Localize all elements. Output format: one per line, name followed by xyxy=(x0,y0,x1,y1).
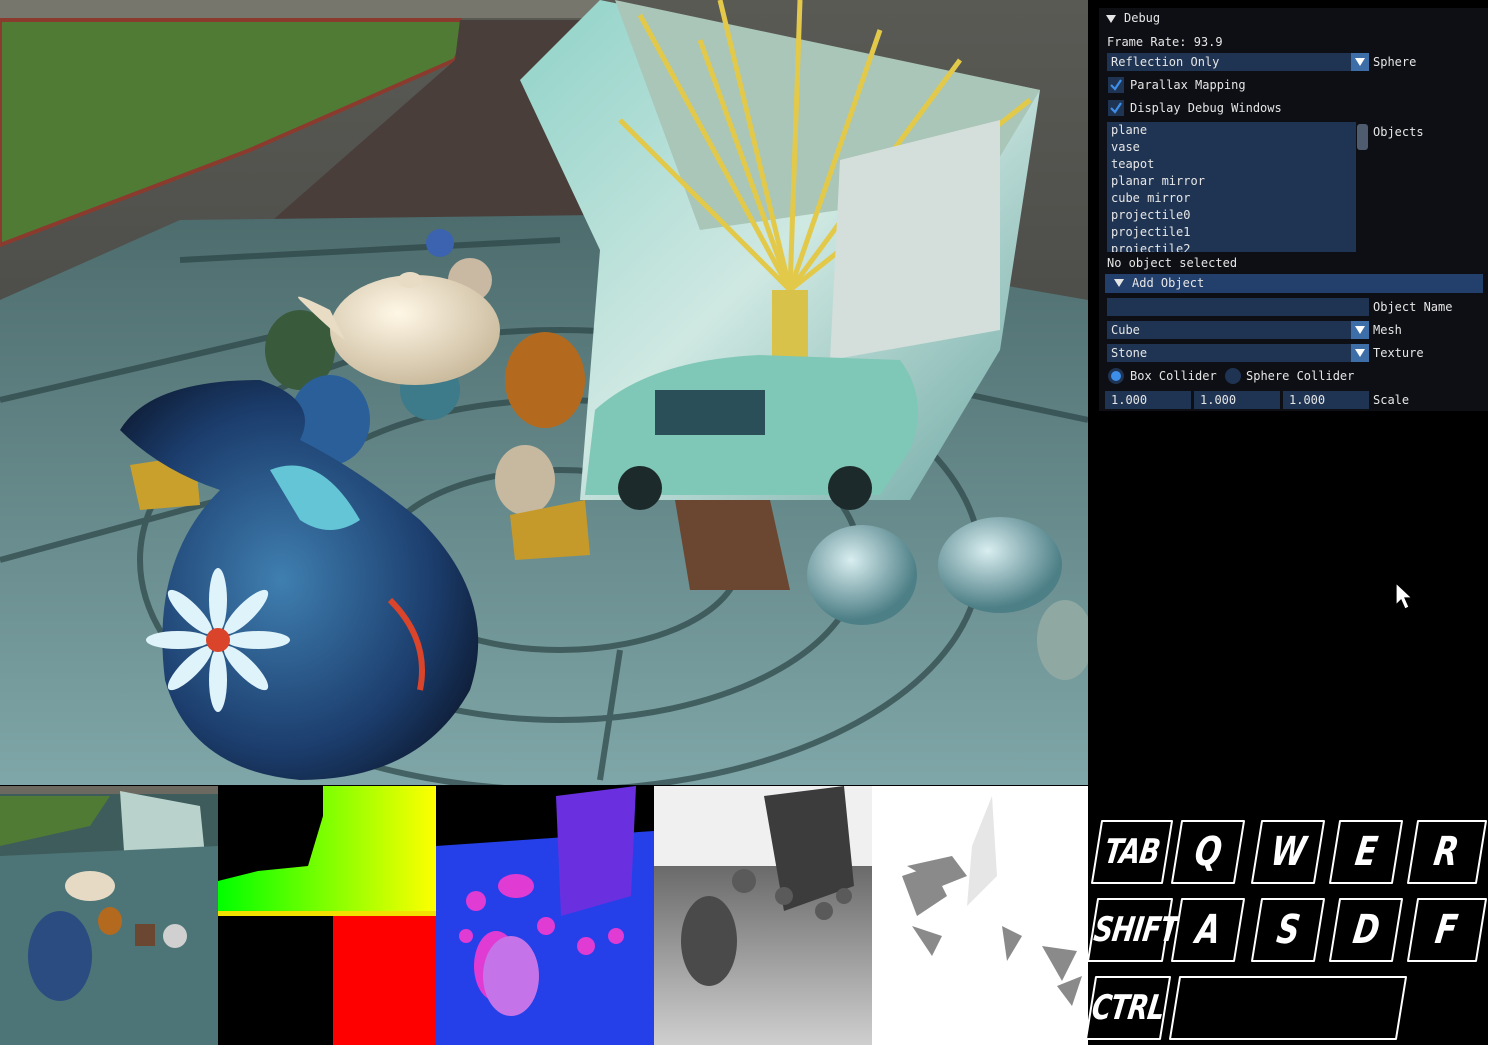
key-e: E xyxy=(1326,818,1406,886)
display-debug-windows-checkbox[interactable] xyxy=(1108,100,1124,116)
parallax-mapping-checkbox[interactable] xyxy=(1108,77,1124,93)
list-item[interactable]: projectile1 xyxy=(1107,224,1369,241)
depth-buffer xyxy=(654,786,872,1045)
scale-z-input[interactable]: 1.000 xyxy=(1283,391,1369,409)
add-object-header[interactable]: Add Object xyxy=(1105,274,1483,293)
render-mode-combo[interactable]: Reflection Only xyxy=(1107,53,1369,71)
parallax-mapping-label: Parallax Mapping xyxy=(1130,78,1246,92)
frame-rate-label: Frame Rate: 93.9 xyxy=(1107,35,1223,49)
list-item[interactable]: teapot xyxy=(1107,156,1369,173)
chevron-down-icon[interactable] xyxy=(1351,344,1369,362)
box-collider-radio[interactable] xyxy=(1108,368,1124,384)
chevron-down-icon[interactable] xyxy=(1351,321,1369,339)
key-shift: SHIFT xyxy=(1084,896,1180,964)
shadow-buffer xyxy=(872,786,1088,1045)
list-item[interactable]: vase xyxy=(1107,139,1369,156)
debug-window[interactable]: Debug Frame Rate: 93.9 Reflection Only S… xyxy=(1099,8,1488,411)
scene-viewport[interactable] xyxy=(0,0,1088,785)
list-item[interactable]: projectile0 xyxy=(1107,207,1369,224)
objects-label: Objects xyxy=(1373,125,1424,139)
list-item[interactable]: plane xyxy=(1107,122,1369,139)
scale-x-value: 1.000 xyxy=(1111,393,1148,407)
scale-y-value: 1.000 xyxy=(1200,393,1237,407)
key-tab: TAB xyxy=(1088,818,1176,886)
render-mode-label: Sphere xyxy=(1373,55,1417,69)
objects-scrollbar[interactable] xyxy=(1356,122,1369,252)
key-a: A xyxy=(1168,896,1248,964)
mesh-value: Cube xyxy=(1111,323,1140,337)
collapse-arrow-icon[interactable] xyxy=(1106,14,1116,23)
debug-title-bar[interactable]: Debug xyxy=(1099,8,1488,28)
scale-x-input[interactable]: 1.000 xyxy=(1105,391,1191,409)
final-color-thumbnail xyxy=(0,786,218,1045)
key-d: D xyxy=(1326,896,1406,964)
objects-listbox[interactable]: plane vase teapot planar mirror cube mir… xyxy=(1107,122,1369,252)
key-q: Q xyxy=(1168,818,1248,886)
scale-y-input[interactable]: 1.000 xyxy=(1194,391,1280,409)
gbuffer-strip xyxy=(0,786,1088,1045)
debug-title: Debug xyxy=(1124,11,1161,25)
texture-label: Texture xyxy=(1373,346,1424,360)
mouse-cursor-icon xyxy=(1395,581,1417,616)
collapse-arrow-icon[interactable] xyxy=(1114,278,1124,287)
object-name-label: Object Name xyxy=(1373,300,1453,314)
normal-buffer xyxy=(436,786,654,1045)
texture-combo[interactable]: Stone xyxy=(1107,344,1369,362)
scrollbar-thumb[interactable] xyxy=(1357,124,1368,150)
keyboard-overlay: TAB Q W E R SHIFT A S D F CTRL xyxy=(1085,812,1488,1045)
key-space xyxy=(1166,974,1410,1042)
texture-value: Stone xyxy=(1111,346,1148,360)
uv-buffer xyxy=(218,786,436,1045)
key-r: R xyxy=(1404,818,1488,886)
scale-z-value: 1.000 xyxy=(1289,393,1326,407)
display-debug-windows-label: Display Debug Windows xyxy=(1130,101,1282,115)
object-name-input[interactable] xyxy=(1107,298,1369,316)
key-s: S xyxy=(1248,896,1328,964)
checkmark-icon xyxy=(1110,79,1122,91)
scale-label: Scale xyxy=(1373,393,1410,407)
chevron-down-icon[interactable] xyxy=(1351,53,1369,71)
box-collider-label: Box Collider xyxy=(1130,369,1217,383)
sphere-collider-label: Sphere Collider xyxy=(1246,369,1355,383)
mesh-combo[interactable]: Cube xyxy=(1107,321,1369,339)
key-w: W xyxy=(1248,818,1328,886)
list-item[interactable]: projectile2 xyxy=(1107,241,1369,252)
mesh-label: Mesh xyxy=(1373,323,1402,337)
list-item[interactable]: cube mirror xyxy=(1107,190,1369,207)
key-ctrl: CTRL xyxy=(1082,974,1174,1042)
add-object-title: Add Object xyxy=(1132,276,1205,290)
list-item[interactable]: planar mirror xyxy=(1107,173,1369,190)
key-f: F xyxy=(1404,896,1488,964)
checkmark-icon xyxy=(1110,102,1122,114)
selection-status: No object selected xyxy=(1107,256,1238,270)
render-mode-value: Reflection Only xyxy=(1111,55,1220,69)
sphere-collider-radio[interactable] xyxy=(1225,368,1241,384)
